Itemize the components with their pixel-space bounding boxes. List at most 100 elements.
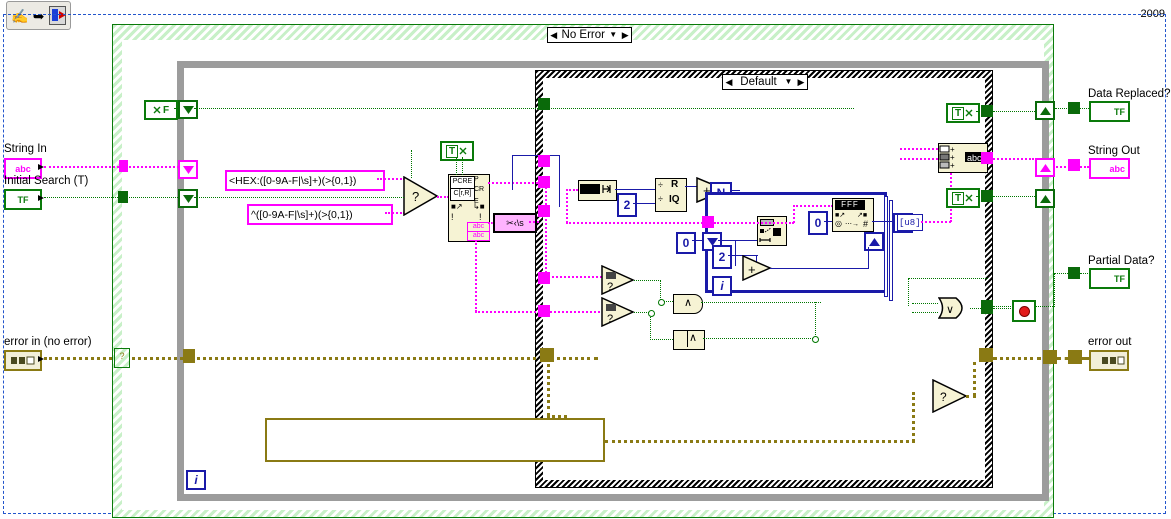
empty-string-compare-1[interactable]: ? xyxy=(601,265,635,295)
wire-add2-up xyxy=(868,247,869,269)
regex-hex-open-constant[interactable]: <HEX:([0-9A-F|\s]+)(>{0,1}) xyxy=(225,170,385,191)
wire-zero-a xyxy=(692,240,702,241)
select-1[interactable]: ? xyxy=(403,176,439,216)
tunnel-bw-string-5 xyxy=(538,305,550,317)
boolean-glyph-icon xyxy=(153,106,161,113)
default-case-selector[interactable]: ◀ Default ▼ ▶ xyxy=(722,74,808,90)
shift-register-left-string[interactable] xyxy=(178,160,198,179)
qr-r: R xyxy=(671,179,679,190)
wire-blue-right xyxy=(559,155,560,207)
wire-and-partial-right xyxy=(908,278,988,279)
hex-glyph-hash: # xyxy=(863,219,869,229)
data-replaced-terminal[interactable]: TF xyxy=(1089,101,1130,122)
hex-glyph-1: ■↗ xyxy=(835,212,846,219)
default-case-prev-icon[interactable]: ◀ xyxy=(723,75,735,89)
tunnel-bw-out-string xyxy=(981,152,993,164)
tunnel-bw-string-2 xyxy=(538,176,550,188)
error-tunnel-question: ? xyxy=(114,348,130,368)
wire-string-into-subset xyxy=(714,222,794,224)
initial-search-terminal[interactable]: TF xyxy=(4,189,42,210)
string-length[interactable] xyxy=(578,180,617,201)
constant-zero-b[interactable]: 0 xyxy=(808,211,828,235)
for-loop-shadow-1 xyxy=(884,196,888,297)
tunnel-bw-string-4 xyxy=(538,272,550,284)
hex-string-to-number[interactable]: FFF ■↗ ↗■ ◎ ⋯→ # xyxy=(832,198,874,232)
case-selector-label: No Error xyxy=(561,29,605,41)
or-gate[interactable]: ∨ xyxy=(937,297,970,322)
node-glyph-bang2: ! xyxy=(479,212,482,222)
qr-div-icon: ÷ xyxy=(658,180,663,190)
wire-junction-1 xyxy=(658,299,665,306)
regex-hex-caret-constant[interactable]: ^([0-9A-F|\s]+)(>{0,1}) xyxy=(247,204,393,225)
hex-glyph-arrow: ⋯→ xyxy=(845,221,859,228)
default-case-next-icon[interactable]: ▶ xyxy=(795,75,807,89)
constant-two-b[interactable]: 2 xyxy=(712,245,732,269)
tunnel-bw-out-error xyxy=(979,348,993,362)
wire-regex-down xyxy=(475,240,477,312)
default-chevron-down-icon[interactable]: ▼ xyxy=(782,75,795,89)
false-constant[interactable]: F xyxy=(144,100,178,120)
svg-text:[u8]: [u8] xyxy=(899,218,919,227)
string-out-label: String Out xyxy=(1088,145,1140,157)
compound-and[interactable]: ∧ xyxy=(673,330,705,350)
wire-compound-out xyxy=(703,338,815,339)
for-loop-shift-reg-right[interactable] xyxy=(864,232,884,251)
shift-register-left-bool-2[interactable] xyxy=(178,189,198,208)
byte-array-to-string[interactable]: [u8] xyxy=(897,214,923,231)
stop-indicator[interactable] xyxy=(1012,300,1036,322)
chevron-down-icon[interactable]: ▼ xyxy=(607,28,619,42)
wire-cmp1-out xyxy=(634,280,661,281)
and-gate[interactable]: ∧ xyxy=(673,294,703,314)
wire-true-to-regex xyxy=(456,157,457,175)
search-split-string[interactable]: ✂‹\s xyxy=(493,213,537,233)
error-in-terminal[interactable] xyxy=(4,350,42,371)
shift-register-right-bool-1[interactable] xyxy=(1035,101,1055,120)
empty-string-constant-large[interactable] xyxy=(265,418,605,462)
wire-to-sr-right1 xyxy=(993,111,1035,112)
wire-error-merge-up xyxy=(973,362,976,396)
wire-error-down xyxy=(547,357,550,417)
wire-error-across xyxy=(190,357,544,360)
string-subset[interactable] xyxy=(757,216,787,246)
match-regular-expression[interactable]: PCRE C[r,R] P CR E ■↗ ↳■ ! ! abc abc xyxy=(448,174,490,242)
constant-two-a[interactable]: 2 xyxy=(617,193,637,217)
wire-true-to-regex-2 xyxy=(462,157,463,175)
tunnel-bw-string-3 xyxy=(538,205,550,217)
wire-select1-sel xyxy=(411,150,412,178)
shift-register-right-bool-2[interactable] xyxy=(1035,189,1055,208)
string-length-icon xyxy=(580,184,611,194)
wire-false-const xyxy=(174,108,180,109)
true-constant-b[interactable]: T xyxy=(946,103,980,123)
compound-and-left xyxy=(674,331,688,347)
partial-data-label: Partial Data? xyxy=(1088,255,1155,267)
partial-data-terminal[interactable]: TF xyxy=(1089,268,1130,289)
node-glyph-right: ↳■ xyxy=(473,202,485,211)
shift-register-left-bool-1[interactable] xyxy=(178,100,198,119)
quotient-remainder[interactable]: ÷ R ÷ IQ xyxy=(655,178,687,212)
wire-strlen-out xyxy=(615,189,655,190)
svg-text:+: + xyxy=(748,262,756,277)
error-case-selector[interactable]: ◀ No Error ▼ ▶ xyxy=(547,27,632,43)
wire-string-in-2 xyxy=(126,166,186,168)
wire-or-to-stop xyxy=(993,308,1011,309)
node-glyph-left: ■↗ xyxy=(451,202,463,211)
shift-register-right-string[interactable] xyxy=(1035,158,1055,177)
error-merge[interactable]: ? xyxy=(932,379,968,413)
constant-zero-a[interactable]: 0 xyxy=(676,232,696,254)
true-constant-a[interactable]: T xyxy=(440,141,474,161)
wire-error-mid xyxy=(1057,357,1069,360)
case-next-icon[interactable]: ▶ xyxy=(619,28,631,42)
empty-string-compare-2[interactable]: ? xyxy=(601,297,635,327)
wire-concat-out xyxy=(986,158,1034,160)
data-replaced-label: Data Replaced? xyxy=(1088,88,1171,100)
wire-split-out xyxy=(529,221,539,223)
add-2[interactable]: + xyxy=(742,255,772,281)
wire-bytearray-out xyxy=(921,221,951,223)
case-prev-icon[interactable]: ◀ xyxy=(548,28,560,42)
string-out-terminal[interactable]: abc xyxy=(1089,158,1130,179)
wire-regex-abc xyxy=(488,222,493,224)
error-out-terminal[interactable] xyxy=(1089,350,1129,371)
svg-text:abc: abc xyxy=(967,153,982,163)
true-constant-c[interactable]: T xyxy=(946,188,980,208)
regex-mode-label: C[r,R] xyxy=(450,188,475,201)
